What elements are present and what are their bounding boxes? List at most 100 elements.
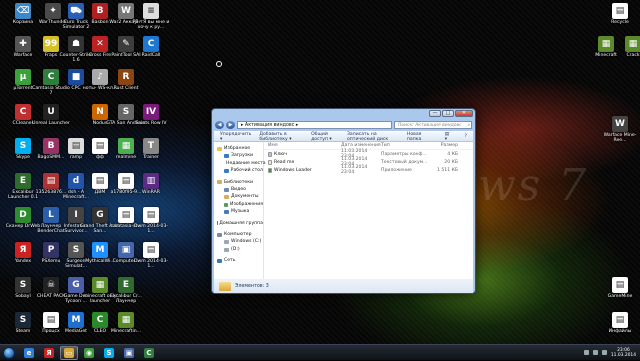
nav-item-icon: [224, 210, 229, 214]
app-icon: ⌫: [15, 3, 31, 19]
taskbar-buttons: eЯ ▭ ◉ S▣ C: [18, 346, 158, 360]
app-icon: E: [15, 173, 31, 189]
nav-item-label: Музыка: [231, 208, 249, 215]
wallpaper-logo-text: ws 7: [478, 160, 588, 211]
nav-item[interactable]: (D:): [214, 246, 263, 253]
desktop-icon[interactable]: RRust Client: [106, 69, 146, 103]
window-titlebar[interactable]: — □ ✕: [212, 109, 475, 119]
file-name: Read me: [274, 160, 294, 165]
app-icon: ▤: [612, 277, 628, 293]
desktop-icon[interactable]: TTrainer: [131, 138, 171, 172]
taskbar-yandex-button[interactable]: Я: [40, 346, 58, 360]
nav-item-label: Домашняя группа: [219, 220, 263, 227]
nav-item-label: Библиотеки: [224, 179, 253, 186]
file-list: Имя Дата изменения Тип Размер Ключ11.03.…: [264, 142, 473, 279]
desktop-icon-label: PB - Я вы мне и хочу к ру...: [131, 20, 171, 30]
desktop-icon[interactable]: EExcalibur Cr... Лаунчер: [106, 277, 146, 311]
taskbar-skype-button[interactable]: S: [100, 346, 118, 360]
taskbar-camtasia-button[interactable]: C: [140, 346, 158, 360]
desktop-icon[interactable]: ≡PB - Я вы мне и хочу к ру...: [131, 3, 171, 37]
nav-item[interactable]: Музыка: [214, 208, 263, 215]
column-size[interactable]: Размер: [429, 143, 458, 148]
clock[interactable]: 23:06 11.03.2014: [611, 348, 636, 358]
new-folder-button[interactable]: Новая папка: [407, 132, 429, 142]
desktop-icon-label: GameMine: [600, 294, 640, 299]
app-icon: R: [118, 69, 134, 85]
app-icon: S: [15, 312, 31, 328]
column-name[interactable]: Имя: [268, 143, 341, 148]
nav-item[interactable]: Сеть: [214, 257, 263, 264]
address-bar[interactable]: ▸ Активация виндовс ▸: [237, 121, 392, 129]
nav-item[interactable]: Документы: [214, 193, 263, 200]
nav-item[interactable]: Домашняя группа: [214, 220, 263, 227]
desktop-icon[interactable]: ▦Minecraftin...: [106, 312, 146, 344]
desktop-icon[interactable]: ▤Инфайлы: [600, 312, 640, 344]
start-button[interactable]: [0, 345, 18, 361]
maximize-button[interactable]: □: [442, 110, 454, 117]
nav-item[interactable]: Компьютер: [214, 231, 263, 238]
desktop-icon[interactable]: IVSaints Row IV: [131, 104, 171, 138]
nav-item[interactable]: Windows (C:): [214, 238, 263, 245]
tray-volume-icon[interactable]: [602, 350, 607, 355]
file-size: 1 511 КБ: [429, 168, 458, 173]
add-to-library-button[interactable]: Добавить в библиотеку ▾: [259, 132, 303, 142]
desktop-icon[interactable]: ▤Dwm 2014-03-1...: [131, 242, 171, 276]
explorer-window[interactable]: — □ ✕ ◀ ▶ ▸ Активация виндовс ▸ Поиск: А…: [211, 108, 476, 294]
nav-item[interactable]: Загрузки: [214, 152, 263, 159]
desktop-icon-label: Saints Row IV: [131, 121, 171, 126]
taskbar-camtasia-icon: C: [144, 348, 154, 358]
nav-item[interactable]: Видео: [214, 186, 263, 193]
forward-arrow-icon[interactable]: ▶: [226, 121, 235, 129]
desktop-icon[interactable]: ▤Dwm 2014-03-1...: [131, 207, 171, 241]
nav-item-icon: [224, 248, 229, 252]
folder-icon: [219, 282, 231, 291]
nav-item[interactable]: Рабочий стол: [214, 167, 263, 174]
taskbar-ie-button[interactable]: e: [20, 346, 38, 360]
file-name-cell: Read me: [268, 160, 341, 165]
nav-item[interactable]: Недавние места: [214, 160, 263, 167]
close-button[interactable]: ✕: [455, 110, 473, 117]
tray-network-icon[interactable]: [593, 350, 598, 355]
nav-item[interactable]: Избранное: [214, 145, 263, 152]
file-row[interactable]: Windows Loader11.03.2014 23:04Приложение…: [264, 166, 473, 174]
app-icon: S: [15, 277, 31, 293]
minimize-button[interactable]: —: [429, 110, 441, 117]
taskbar-app-button[interactable]: ▣: [120, 346, 138, 360]
file-name-cell: Ключ: [268, 152, 341, 157]
app-icon: D: [15, 207, 31, 223]
desktop-icon[interactable]: WWarface Mine-Ree...: [600, 116, 640, 150]
share-button[interactable]: Общий доступ ▾: [311, 132, 339, 142]
taskbar-explorer-button[interactable]: ▭: [60, 346, 78, 360]
app-icon: C: [143, 36, 159, 52]
desktop-icon[interactable]: ▥WinRAR: [131, 173, 171, 207]
search-input[interactable]: Поиск: Активация виндовс ⌕: [394, 121, 472, 129]
desktop-icon[interactable]: CRaidCall: [131, 36, 171, 70]
file-icon: [268, 168, 272, 173]
nav-item-icon: [224, 188, 229, 192]
desktop-icon[interactable]: UUnreal Launcher: [31, 104, 71, 138]
app-icon: ▦: [118, 312, 134, 328]
help-icon[interactable]: ?: [465, 134, 467, 139]
view-options-icon[interactable]: ▤ ▾: [445, 132, 451, 142]
tray-flag-icon[interactable]: [584, 350, 589, 355]
column-type[interactable]: Тип: [381, 143, 429, 148]
back-arrow-icon[interactable]: ◀: [215, 121, 224, 129]
clock-date: 11.03.2014: [611, 353, 636, 358]
desktop-icon[interactable]: ▦Crack: [613, 36, 640, 70]
nav-item[interactable]: Изображения: [214, 201, 263, 208]
desktop-icon-label: Rust Client: [106, 86, 146, 91]
nav-item-label: Изображения: [230, 201, 263, 208]
taskbar-chrome-button[interactable]: ◉: [80, 346, 98, 360]
desktop-icon[interactable]: ▤Recycle: [600, 3, 640, 37]
organize-button[interactable]: Упорядочить ▾: [220, 132, 251, 142]
app-icon: C: [15, 104, 31, 120]
desktop-icon[interactable]: ▤GameMine: [600, 277, 640, 311]
file-size: 4 КБ: [429, 152, 458, 157]
taskbar-yandex-icon: Я: [44, 348, 54, 358]
nav-item-icon: [217, 147, 222, 151]
desktop-icon-label: RaidCall: [131, 53, 171, 58]
taskbar-chrome-icon: ◉: [84, 348, 94, 358]
column-date[interactable]: Дата изменения: [341, 143, 381, 148]
nav-item[interactable]: Библиотеки: [214, 179, 263, 186]
burn-button[interactable]: Записать на оптический диск: [347, 132, 399, 142]
